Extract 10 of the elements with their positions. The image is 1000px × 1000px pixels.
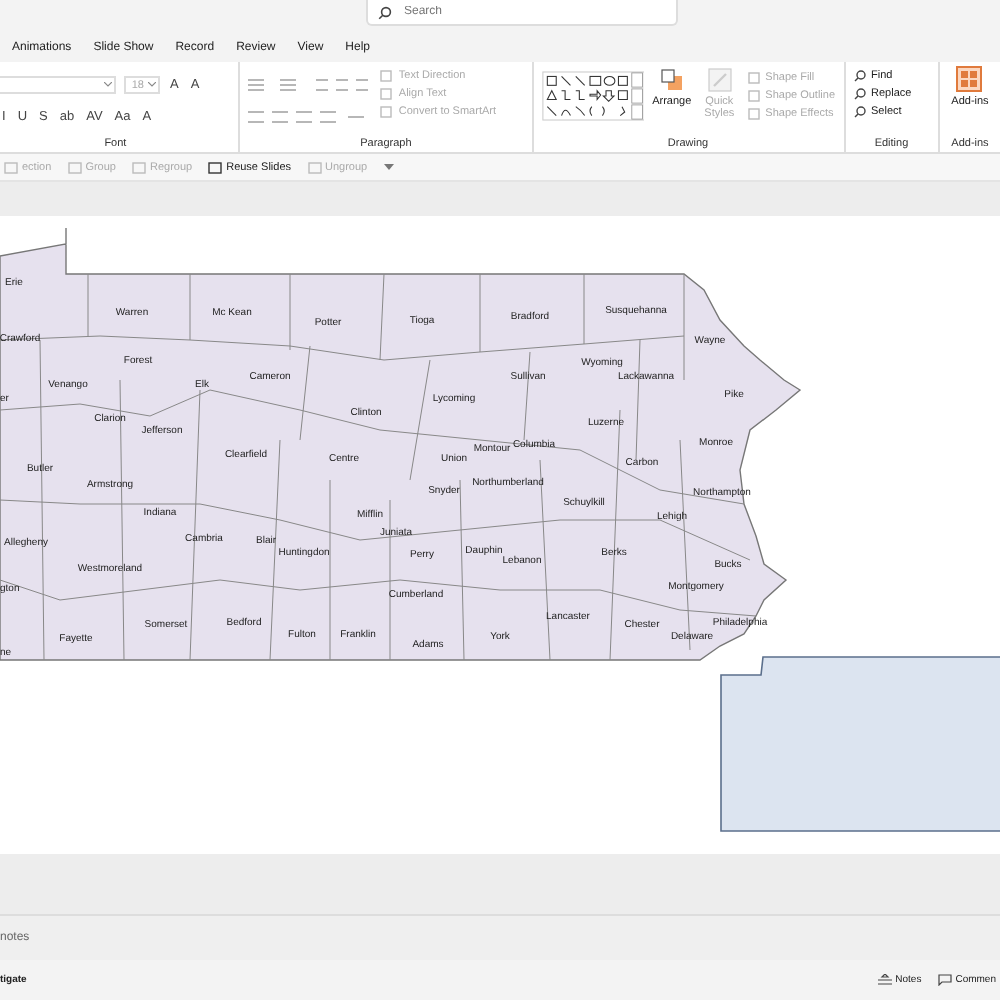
arrange-icon <box>659 68 684 92</box>
caret-icon[interactable] <box>383 163 394 171</box>
grid-icon <box>956 66 983 92</box>
caret-icon <box>104 82 112 88</box>
caret-icon <box>148 82 156 88</box>
notes-icon <box>877 974 892 986</box>
shapes-gallery[interactable] <box>541 68 645 124</box>
comment-icon <box>937 974 952 986</box>
bullet-list-icon <box>248 78 369 92</box>
alignment-icon <box>248 110 369 124</box>
